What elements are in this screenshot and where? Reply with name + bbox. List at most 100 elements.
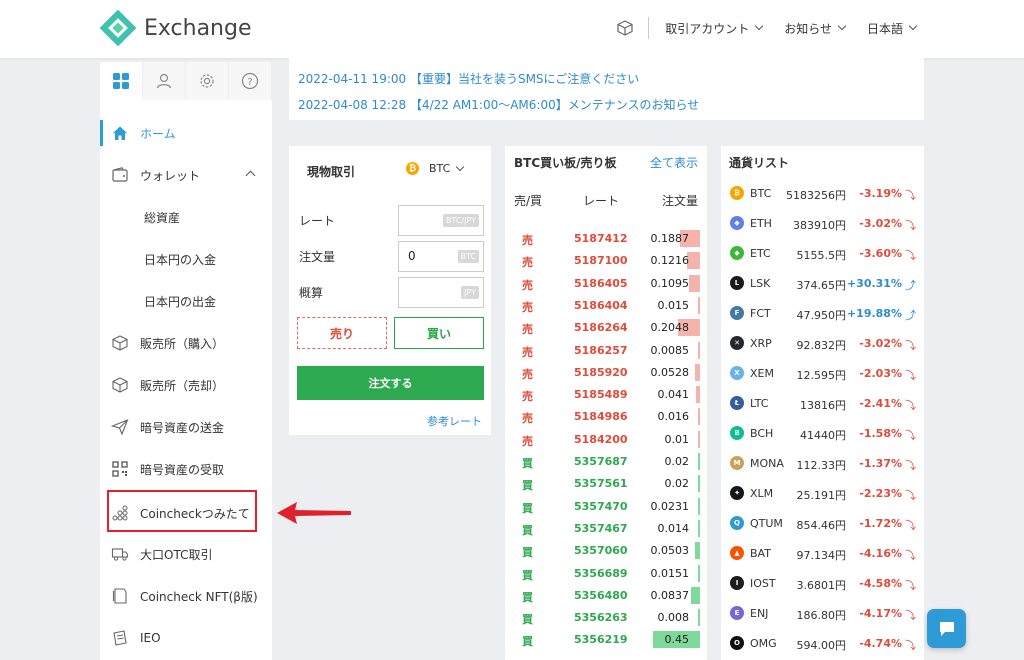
order-book-row[interactable]: 買 5356689 0.0151 <box>505 563 707 585</box>
order-book-row[interactable]: 買 5356263 0.008 <box>505 607 707 629</box>
news-link[interactable]: 2022-04-11 19:00 【重要】当社を装うSMSにご注意ください <box>298 70 639 87</box>
order-side: 売 <box>522 256 533 270</box>
order-book-row[interactable]: 売 5186405 0.1095 <box>505 273 707 295</box>
order-book-row[interactable]: 買 5356219 0.45 <box>505 629 707 651</box>
order-book-row[interactable]: 売 5184200 0.01 <box>505 429 707 451</box>
order-book-row[interactable]: 売 5185489 0.041 <box>505 384 707 406</box>
currency-change: +30.31% <box>846 277 902 290</box>
order-book-row[interactable]: 売 5186264 0.2048 <box>505 317 707 339</box>
gear-icon <box>200 74 214 88</box>
show-all-link[interactable]: 全て表示 <box>650 154 698 171</box>
currency-change: -4.17% <box>859 607 902 620</box>
home-icon <box>110 123 130 143</box>
amount-input[interactable]: 0 BTC <box>398 241 484 272</box>
currency-row[interactable]: Q QTUM 854.46円 -1.72% ⤵ <box>721 508 924 538</box>
sidebar-item-nft[interactable]: Coincheck NFT(β版) <box>100 581 272 611</box>
order-side: 売 <box>522 278 533 292</box>
currency-symbol: LTC <box>750 397 769 410</box>
lsk-icon: L <box>730 276 744 290</box>
order-book-row[interactable]: 売 5187412 0.1887 <box>505 228 707 250</box>
sidebar-item-wallet[interactable]: ウォレット <box>100 160 272 190</box>
menu-language[interactable]: 日本語 <box>867 20 918 37</box>
currency-row[interactable]: I IOST 3.6801円 -4.58% ⤵ <box>721 568 924 598</box>
cube-icon <box>110 375 130 395</box>
chevron-up-icon[interactable] <box>245 170 256 181</box>
reference-rate-link[interactable]: 参考レート <box>427 413 482 429</box>
currency-list: 通貨リスト ₿ BTC 5183256円 -3.19% ⤵ ◆ ETH 383910円 -3.0… <box>721 146 924 660</box>
currency-row[interactable]: O OMG 594.00円 -4.74% ⤵ <box>721 628 924 658</box>
sidebar-item-buy-shop[interactable]: 販売所（購入） <box>100 328 272 358</box>
order-qty: 0.041 <box>657 388 690 402</box>
place-order-button[interactable]: 注文する <box>297 366 484 400</box>
currency-row[interactable]: ₿ BTC 5183256円 -3.19% ⤵ <box>721 178 924 208</box>
order-book-row[interactable]: 買 5356480 0.0837 <box>505 585 707 607</box>
sidebar-item-otc[interactable]: 大口OTC取引 <box>100 539 272 569</box>
order-book-row[interactable]: 売 5186404 0.015 <box>505 295 707 317</box>
currency-row[interactable]: ▲ BAT 97.134円 -4.16% ⤵ <box>721 538 924 568</box>
order-book-row[interactable]: 買 5357687 0.02 <box>505 451 707 473</box>
currency-price: 186.80円 <box>796 609 847 622</box>
sidebar-item-ieo[interactable]: IEO <box>100 623 272 653</box>
currency-row[interactable]: X XEM 12.595円 -2.03% ⤵ <box>721 358 924 388</box>
order-book-row[interactable]: 買 5357561 0.02 <box>505 473 707 495</box>
tab-dashboard[interactable] <box>100 62 143 100</box>
buy-button[interactable]: 買い <box>394 317 484 349</box>
order-side: 売 <box>522 412 533 426</box>
currency-symbol: ETC <box>750 247 771 260</box>
spot-trade-panel: 現物取引 ₿ BTC レート BTC/JPY 注文量 0 BTC 概算 JPY 売… <box>289 146 491 435</box>
currency-row[interactable]: B BCH 41440円 -1.58% ⤵ <box>721 418 924 448</box>
order-book-row[interactable]: 買 5357470 0.0231 <box>505 496 707 518</box>
cube-icon[interactable] <box>616 19 634 37</box>
order-book-row[interactable]: 売 5185920 0.0528 <box>505 362 707 384</box>
order-book-row[interactable]: 買 5357467 0.014 <box>505 518 707 540</box>
sidebar-item-total-assets[interactable]: 総資産 <box>100 202 272 232</box>
order-book-row[interactable]: 売 5187100 0.1216 <box>505 250 707 272</box>
tab-settings[interactable] <box>186 62 229 100</box>
menu-trading-account[interactable]: 取引アカウント <box>665 20 764 37</box>
chat-button[interactable] <box>927 609 966 648</box>
menu-notifications[interactable]: お知らせ <box>784 20 847 37</box>
news-link[interactable]: 2022-04-08 12:28 【4/22 AM1:00〜AM6:00】メンテ… <box>298 96 699 113</box>
estimate-input[interactable]: JPY <box>398 277 484 308</box>
order-book-row[interactable]: 売 5184986 0.016 <box>505 406 707 428</box>
truck-icon <box>110 544 130 564</box>
order-book-row[interactable]: 買 5357060 0.0503 <box>505 540 707 562</box>
order-qty: 0.0503 <box>650 544 690 558</box>
currency-row[interactable]: ✕ XRP 92.832円 -3.02% ⤵ <box>721 328 924 358</box>
sidebar: ? ホーム ウォレット 総資産 日本円の入金 日本円の出金 販売所（購入） 販売… <box>100 62 272 660</box>
currency-row[interactable]: Ł LTC 13816円 -2.41% ⤵ <box>721 388 924 418</box>
order-side: 売 <box>522 390 533 404</box>
tab-help[interactable]: ? <box>229 62 272 100</box>
order-rate: 5356219 <box>574 633 628 647</box>
order-side: 買 <box>522 568 533 582</box>
order-book-row[interactable]: 売 5186257 0.0085 <box>505 340 707 362</box>
sidebar-item-crypto-send[interactable]: 暗号資産の送金 <box>100 412 272 442</box>
sell-button[interactable]: 売り <box>297 317 387 349</box>
currency-row[interactable]: ◆ ETH 383910円 -3.02% ⤵ <box>721 208 924 238</box>
currency-row[interactable]: L LSK 374.65円 +30.31% ⤴ <box>721 268 924 298</box>
tab-account[interactable] <box>143 62 186 100</box>
currency-row[interactable]: M MONA 112.33円 -1.37% ⤵ <box>721 448 924 478</box>
trend-down-icon: ⤵ <box>905 639 916 652</box>
rate-input[interactable]: BTC/JPY <box>398 205 484 236</box>
currency-row[interactable]: ◆ ETC 5155.5円 -3.60% ⤵ <box>721 238 924 268</box>
sidebar-item-home[interactable]: ホーム <box>100 118 272 148</box>
order-qty: 0.008 <box>657 611 690 625</box>
unit-badge: BTC <box>457 250 479 263</box>
currency-change: -3.02% <box>859 337 902 350</box>
amount-label: 注文量 <box>299 250 336 264</box>
sidebar-item-sell-shop[interactable]: 販売所（売却） <box>100 370 272 400</box>
depth-bar <box>689 274 700 292</box>
currency-row[interactable]: E ENJ 186.80円 -4.17% ⤵ <box>721 598 924 628</box>
currency-row[interactable]: F FCT 47.950円 +19.88% ⤴ <box>721 298 924 328</box>
sidebar-item-jpy-withdraw[interactable]: 日本円の出金 <box>100 286 272 316</box>
currency-row[interactable]: ✦ XLM 25.191円 -2.23% ⤵ <box>721 478 924 508</box>
logo[interactable]: Exchange <box>99 9 252 47</box>
currency-symbol: BCH <box>750 427 774 440</box>
order-rate: 5357470 <box>574 499 628 513</box>
order-side: 売 <box>522 323 533 337</box>
sidebar-item-crypto-receive[interactable]: 暗号資産の受取 <box>100 454 272 484</box>
sidebar-item-jpy-deposit[interactable]: 日本円の入金 <box>100 244 272 274</box>
order-rate: 5185489 <box>574 388 628 402</box>
coin-selector[interactable]: ₿ BTC <box>406 162 465 175</box>
